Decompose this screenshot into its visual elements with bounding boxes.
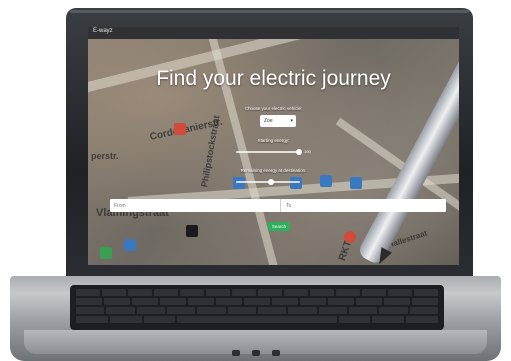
- lid-highlight: [70, 10, 469, 13]
- map-poi-icon: [186, 225, 198, 237]
- page-title: Find your electric journey: [156, 67, 391, 90]
- map-label-street-5: perstr.: [91, 151, 119, 161]
- top-nav-bar: E-wayz: [88, 27, 459, 39]
- starting-energy-label: Starting energy:: [257, 138, 290, 143]
- map-poi-icon: [344, 231, 356, 243]
- laptop-port: [252, 350, 260, 356]
- key-row: [76, 289, 438, 296]
- to-input[interactable]: [282, 199, 450, 212]
- starting-energy-value: 100: [304, 149, 311, 154]
- chevron-down-icon: ▾: [290, 118, 293, 124]
- remaining-energy-label: Remaining energy at destination:: [240, 168, 307, 173]
- vehicle-select[interactable]: Zoe ▾: [260, 115, 296, 127]
- key-row: [76, 298, 438, 305]
- laptop-keyboard: [70, 285, 444, 330]
- starting-energy-slider-handle[interactable]: [295, 149, 302, 155]
- vehicle-label: Choose your electric vehicle:: [244, 106, 303, 111]
- laptop-port: [232, 350, 240, 356]
- laptop-screen: Cordoeanierstr. Philipstockstraat Vlamin…: [88, 27, 459, 265]
- key-row: [76, 316, 438, 323]
- route-divider: [280, 199, 281, 212]
- starting-energy-slider[interactable]: [236, 149, 302, 155]
- from-input[interactable]: [110, 199, 278, 212]
- search-button[interactable]: Search: [268, 222, 290, 231]
- map-poi-icon: [233, 177, 245, 189]
- route-input-bar: [110, 199, 450, 212]
- laptop-frame-icon: Cordoeanierstr. Philipstockstraat Vlamin…: [0, 0, 511, 361]
- map-poi-icon: [320, 175, 332, 187]
- vehicle-selected-value: Zoe: [264, 118, 273, 124]
- key-row: [76, 307, 438, 314]
- map-poi-icon: [290, 177, 302, 189]
- remaining-energy-slider[interactable]: [236, 179, 300, 185]
- map-poi-icon: [174, 123, 186, 135]
- map-poi-icon: [124, 239, 136, 251]
- brand-logo[interactable]: E-wayz: [93, 28, 113, 34]
- laptop-port: [272, 350, 280, 356]
- map-poi-icon: [100, 247, 112, 259]
- map-poi-icon: [350, 177, 362, 189]
